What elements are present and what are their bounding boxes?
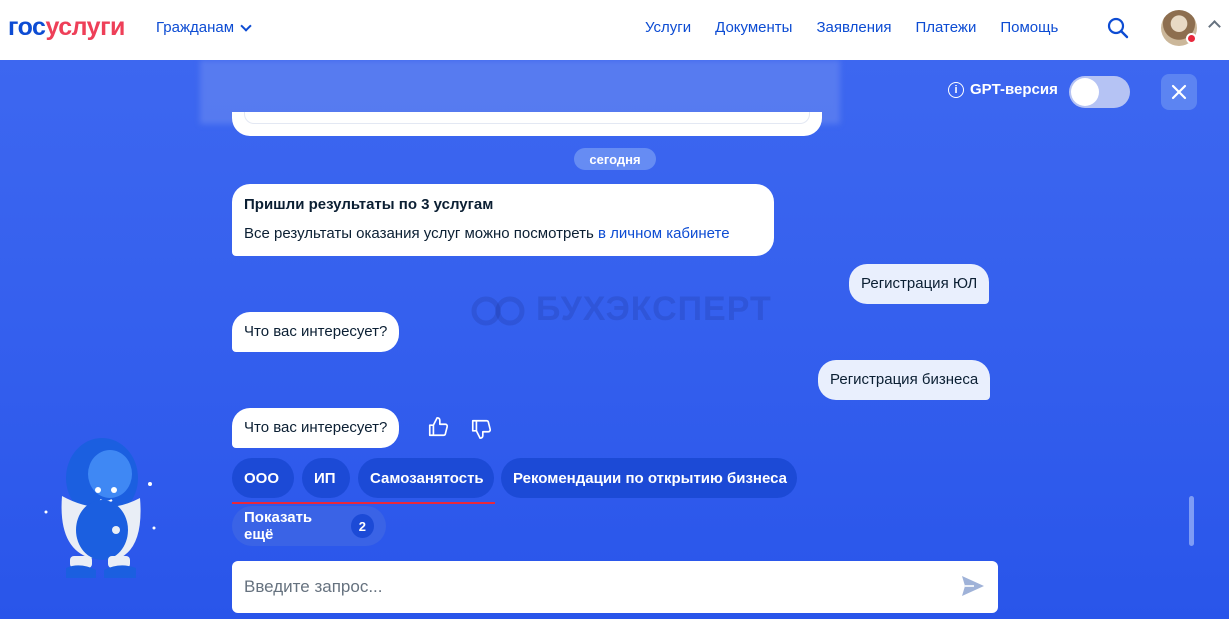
top-nav: Услуги Документы Заявления Платежи Помощ…: [645, 19, 1058, 36]
top-header: госуслуги Гражданам Услуги Документы Зая…: [0, 0, 1229, 60]
watermark: БУХЭКСПЕРТ: [470, 290, 772, 329]
logo-text-gos: гос: [8, 13, 46, 41]
chevron-up-icon[interactable]: [1208, 20, 1221, 33]
option-ip-button[interactable]: ИП: [302, 458, 350, 498]
nav-services[interactable]: Услуги: [645, 19, 691, 36]
nav-help[interactable]: Помощь: [1000, 19, 1058, 36]
chevron-down-icon: [240, 19, 252, 32]
option-ooo-button[interactable]: ООО: [232, 458, 294, 498]
close-button[interactable]: [1161, 74, 1197, 110]
gpt-version-toggle[interactable]: [1069, 76, 1130, 108]
logo-text-uslugi: услуги: [45, 13, 125, 41]
user-message: Регистрация бизнеса: [818, 360, 991, 400]
audience-dropdown[interactable]: Гражданам: [156, 19, 252, 36]
user-message: Регистрация ЮЛ: [849, 264, 990, 304]
close-icon: [1171, 84, 1187, 100]
message-title: Пришли результаты по 3 услугам: [244, 196, 494, 213]
notification-dot: [1186, 33, 1197, 44]
search-icon[interactable]: [1106, 16, 1130, 40]
bot-message: Что вас интересует?: [232, 312, 400, 352]
query-input[interactable]: [244, 573, 944, 601]
thumbs-down-icon[interactable]: [470, 418, 492, 440]
show-more-button[interactable]: Показать ещё 2: [232, 506, 386, 546]
nav-applications[interactable]: Заявления: [816, 19, 891, 36]
nav-documents[interactable]: Документы: [715, 19, 792, 36]
thumbs-up-icon[interactable]: [427, 416, 449, 438]
gpt-version-text: GPT-версия: [970, 81, 1058, 98]
gpt-version-label: i GPT-версия: [948, 81, 1058, 98]
message-text: Все результаты оказания услуг можно посм…: [244, 225, 762, 242]
option-selfemployed-button[interactable]: Самозанятость: [358, 458, 494, 498]
highlight-underline: [232, 502, 495, 504]
chat-panel: i GPT-версия БУХЭКСПЕРТ сегодня Пришли р…: [0, 60, 1229, 619]
bot-message: Что вас интересует?: [232, 408, 400, 448]
option-recommendations-button[interactable]: Рекомендации по открытию бизнеса: [501, 458, 797, 498]
audience-label: Гражданам: [156, 19, 235, 36]
personal-account-link[interactable]: в личном кабинете: [598, 225, 730, 242]
previous-message-card: [244, 112, 810, 124]
gosuslugi-logo[interactable]: госуслуги: [8, 13, 125, 42]
show-more-label: Показать ещё: [244, 509, 313, 543]
bot-message-results: Пришли результаты по 3 услугам Все резул…: [232, 184, 774, 256]
send-icon[interactable]: [960, 573, 986, 599]
toggle-knob: [1071, 78, 1099, 106]
robot-mascot-icon: [44, 438, 156, 578]
scrollbar-thumb[interactable]: [1189, 496, 1194, 546]
watermark-text: БУХЭКСПЕРТ: [536, 290, 772, 328]
query-input-container: [232, 561, 998, 613]
info-icon[interactable]: i: [948, 81, 964, 98]
watermark-owl-icon: [471, 296, 525, 325]
message-body: Все результаты оказания услуг можно посм…: [244, 225, 598, 242]
nav-payments[interactable]: Платежи: [916, 19, 977, 36]
date-badge: сегодня: [574, 148, 656, 170]
show-more-count-badge: 2: [350, 514, 374, 538]
